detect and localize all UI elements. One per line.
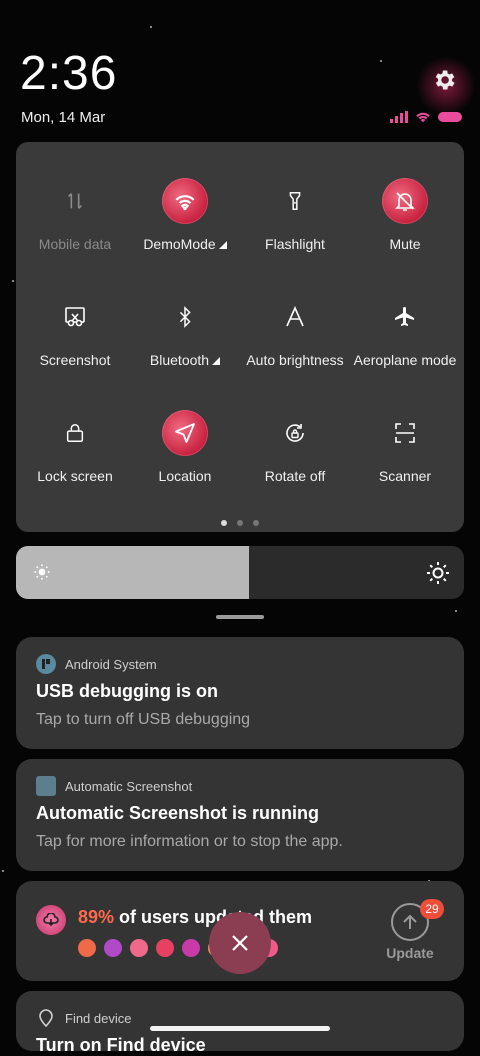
notification-title: Automatic Screenshot is running <box>36 803 320 823</box>
tile-label: Auto brightness <box>240 352 350 368</box>
location-pin-icon <box>39 1009 53 1028</box>
tile-label-text: Mobile data <box>38 236 112 252</box>
rotate-lock-icon <box>272 410 318 456</box>
tile-mute[interactable]: Mute <box>350 178 460 288</box>
tile-location[interactable]: Location <box>130 410 240 520</box>
cloud-download-icon <box>36 905 66 935</box>
page-indicator <box>16 520 464 526</box>
location-arrow-icon <box>162 410 208 456</box>
wifi-icon <box>162 178 208 224</box>
tile-label-text: DemoMode <box>143 236 216 252</box>
tile-aeroplane-mode[interactable]: Aeroplane mode <box>350 294 460 404</box>
notification-app-name: Find device <box>65 1010 132 1026</box>
tile-label: Bluetooth <box>130 352 240 368</box>
notification-app-name: Automatic Screenshot <box>65 778 193 794</box>
airplane-icon <box>382 294 428 340</box>
date[interactable]: Mon, 14 Mar <box>21 109 105 126</box>
tile-label-text: Rotate off <box>264 468 326 484</box>
tile-label: Lock screen <box>20 468 130 484</box>
android-system-icon <box>36 654 56 674</box>
tile-label: Mute <box>350 236 460 252</box>
bell-off-icon <box>382 178 428 224</box>
tile-label: Flashlight <box>240 236 350 252</box>
page-dot-3[interactable] <box>253 520 259 526</box>
expand-indicator-icon <box>212 357 221 365</box>
gesture-nav-bar[interactable] <box>150 1026 330 1031</box>
tile-label-text: Lock screen <box>37 468 113 484</box>
status-icons <box>390 110 462 124</box>
notification-app-name: Android System <box>65 656 157 672</box>
tile-screenshot[interactable]: Screenshot <box>20 294 130 404</box>
notification-usb-debugging[interactable]: Android System USB debugging is on Tap t… <box>16 637 464 749</box>
notification-title: USB debugging is on <box>36 681 218 701</box>
tile-demomode[interactable]: DemoMode <box>130 178 240 288</box>
bluetooth-icon <box>162 294 208 340</box>
notification-body: Tap for more information or to stop the … <box>36 833 343 850</box>
wifi-status-icon <box>416 112 430 123</box>
tile-rotate-off[interactable]: Rotate off <box>240 410 350 520</box>
tile-label-text: Aeroplane mode <box>353 352 457 368</box>
tile-lock-screen[interactable]: Lock screen <box>20 410 130 520</box>
auto-brightness-icon <box>272 294 318 340</box>
tile-label-text: Mute <box>389 236 421 252</box>
tile-label-text: Bluetooth <box>149 352 210 368</box>
close-icon <box>232 935 248 951</box>
tile-label-text: Screenshot <box>39 352 111 368</box>
app-icon <box>78 939 96 957</box>
app-icon <box>130 939 148 957</box>
scanner-icon <box>382 410 428 456</box>
notification-title: Turn on Find device <box>36 1035 206 1055</box>
update-promo-text: 89% of users updated them <box>78 907 312 928</box>
notification-auto-screenshot[interactable]: Automatic Screenshot Automatic Screensho… <box>16 759 464 871</box>
brightness-high-icon <box>427 562 449 584</box>
drag-handle[interactable] <box>216 615 264 619</box>
tile-flashlight[interactable]: Flashlight <box>240 178 350 288</box>
tile-bluetooth[interactable]: Bluetooth <box>130 294 240 404</box>
page-dot-2[interactable] <box>237 520 243 526</box>
scissors-icon <box>52 294 98 340</box>
clear-all-button[interactable] <box>209 912 271 974</box>
tile-auto-brightness[interactable]: Auto brightness <box>240 294 350 404</box>
tile-label-text: Auto brightness <box>246 352 344 368</box>
page-dot-1[interactable] <box>221 520 227 526</box>
tile-mobile-data[interactable]: Mobile data <box>20 178 130 288</box>
automatic-screenshot-app-icon <box>36 776 56 796</box>
brightness-slider[interactable] <box>16 546 464 599</box>
tile-label: DemoMode <box>130 236 240 252</box>
app-icon <box>182 939 200 957</box>
tile-label: Scanner <box>350 468 460 484</box>
promo-percent: 89% <box>78 907 115 927</box>
tile-label: Rotate off <box>240 468 350 484</box>
expand-indicator-icon <box>218 241 227 249</box>
brightness-low-icon <box>34 564 50 580</box>
tile-scanner[interactable]: Scanner <box>350 410 460 520</box>
notification-find-device[interactable]: Find device Turn on Find device <box>16 991 464 1055</box>
tile-label: Screenshot <box>20 352 130 368</box>
notification-body: Tap to turn off USB debugging <box>36 711 251 728</box>
signal-icon <box>390 111 408 123</box>
flashlight-icon <box>272 178 318 224</box>
gear-icon <box>435 70 455 90</box>
settings-button[interactable] <box>428 64 460 96</box>
promo-message: of users updated them <box>114 907 313 927</box>
clock[interactable]: 2:36 <box>20 48 117 100</box>
quick-settings-panel: Mobile data DemoMode Flashlight Mute Screens… <box>16 142 464 532</box>
mobile-data-icon <box>52 178 98 224</box>
battery-icon <box>438 112 462 122</box>
tile-label-text: Flashlight <box>265 236 325 252</box>
tile-label-text: Scanner <box>378 468 432 484</box>
update-label: Update <box>386 945 434 961</box>
update-count-badge: 29 <box>420 899 444 919</box>
app-icon <box>156 939 174 957</box>
app-icon <box>104 939 122 957</box>
update-button[interactable]: 29 Update <box>382 899 444 961</box>
lock-icon <box>52 410 98 456</box>
tile-label: Aeroplane mode <box>350 352 460 368</box>
tile-label: Location <box>130 468 240 484</box>
tile-label: Mobile data <box>20 236 130 252</box>
tile-label-text: Location <box>158 468 212 484</box>
